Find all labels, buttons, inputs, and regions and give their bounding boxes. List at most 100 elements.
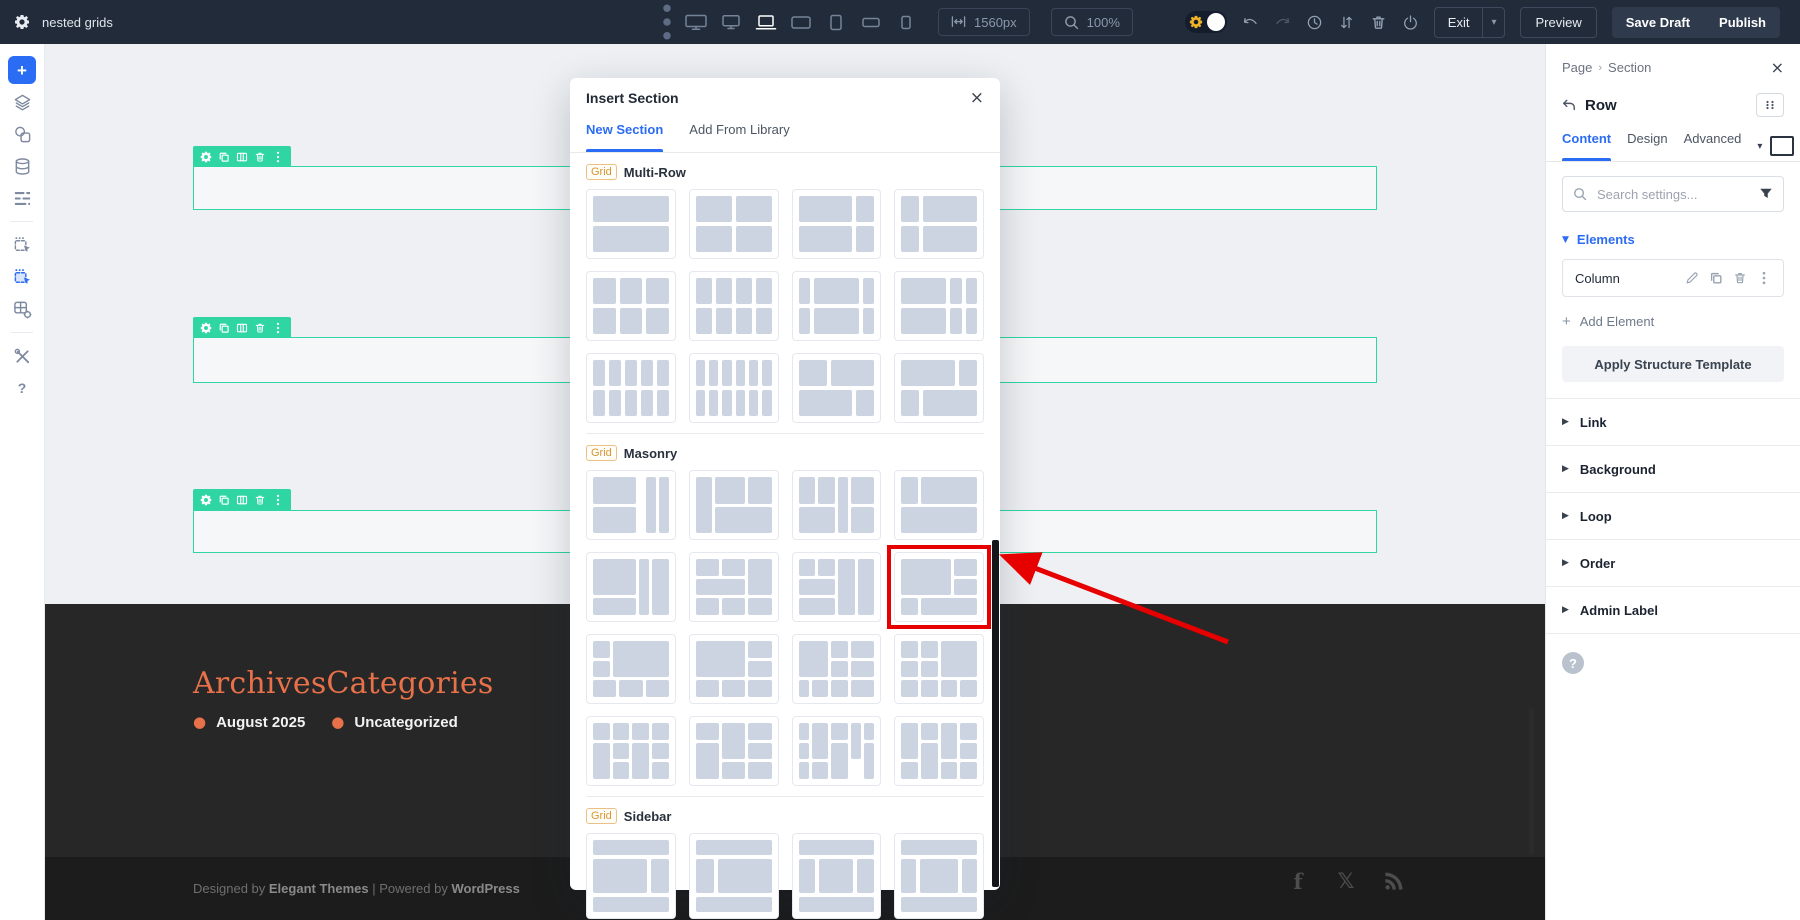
- design-presets-icon[interactable]: [8, 120, 36, 148]
- duplicate-icon[interactable]: [218, 322, 230, 334]
- x-icon[interactable]: 𝕏: [1335, 870, 1357, 892]
- layout-thumbnail[interactable]: [689, 716, 779, 786]
- layout-thumbnail[interactable]: [792, 189, 882, 259]
- accordion-section-background[interactable]: ▶Background: [1546, 445, 1800, 492]
- preview-button[interactable]: Preview: [1520, 7, 1596, 38]
- phone-landscape-icon[interactable]: [860, 14, 882, 31]
- layout-thumbnail[interactable]: [586, 470, 676, 540]
- tablet-icon[interactable]: [825, 14, 847, 31]
- apply-structure-template-button[interactable]: Apply Structure Template: [1562, 346, 1784, 382]
- columns-icon[interactable]: [236, 151, 248, 163]
- modal-tab-new-section[interactable]: New Section: [586, 118, 663, 152]
- help-icon[interactable]: ?: [8, 374, 36, 402]
- back-arrow-icon[interactable]: [1562, 99, 1576, 111]
- layout-thumbnail[interactable]: [586, 634, 676, 704]
- desktop-large-icon[interactable]: [685, 14, 707, 31]
- layout-thumbnail[interactable]: [792, 271, 882, 341]
- redo-icon[interactable]: [1274, 14, 1291, 31]
- gear-icon[interactable]: [200, 494, 212, 506]
- footer-link-item[interactable]: ●Uncategorized: [331, 713, 457, 731]
- database-icon[interactable]: [8, 152, 36, 180]
- element-row-column[interactable]: Column: [1562, 259, 1784, 297]
- undo-icon[interactable]: [1242, 14, 1259, 31]
- panel-tab-design[interactable]: Design: [1627, 131, 1667, 161]
- exit-dropdown-caret[interactable]: ▾: [1482, 8, 1504, 37]
- panel-tab-advanced[interactable]: Advanced: [1684, 131, 1742, 161]
- phone-icon[interactable]: [895, 14, 917, 31]
- accordion-section-admin-label[interactable]: ▶Admin Label: [1546, 586, 1800, 634]
- canvas-width-control[interactable]: 1560px: [938, 8, 1030, 36]
- layers-icon[interactable]: [8, 88, 36, 116]
- layout-thumbnail[interactable]: [689, 271, 779, 341]
- layout-thumbnail[interactable]: [689, 189, 779, 259]
- layout-thumbnail[interactable]: [894, 716, 984, 786]
- columns-icon[interactable]: [236, 494, 248, 506]
- accordion-section-link[interactable]: ▶Link: [1546, 398, 1800, 445]
- trash-icon[interactable]: [1733, 271, 1747, 285]
- layout-thumbnail[interactable]: [894, 189, 984, 259]
- layout-thumbnail[interactable]: [792, 833, 882, 919]
- tools-icon[interactable]: [8, 342, 36, 370]
- trash-icon[interactable]: [254, 322, 266, 334]
- power-icon[interactable]: [1402, 14, 1419, 31]
- close-icon[interactable]: ×: [970, 88, 984, 108]
- dock-panel-button[interactable]: [1756, 93, 1784, 117]
- add-element-button[interactable]: + Add Element: [1562, 313, 1784, 330]
- panel-tab-content[interactable]: Content: [1562, 131, 1611, 161]
- accordion-section-order[interactable]: ▶Order: [1546, 539, 1800, 586]
- insert-module-icon[interactable]: [8, 231, 36, 259]
- breadcrumb-item[interactable]: Section: [1608, 60, 1651, 75]
- edit-icon[interactable]: [1685, 271, 1699, 285]
- publish-button[interactable]: Publish: [1704, 7, 1780, 38]
- columns-icon[interactable]: [236, 322, 248, 334]
- canvas-scrollbar[interactable]: [1529, 708, 1534, 855]
- layout-thumbnail[interactable]: [894, 353, 984, 423]
- layout-thumbnail[interactable]: [586, 716, 676, 786]
- laptop-icon[interactable]: [755, 14, 777, 31]
- layout-thumbnail[interactable]: [792, 716, 882, 786]
- layout-thumbnail[interactable]: [894, 634, 984, 704]
- gear-icon[interactable]: [200, 322, 212, 334]
- ellipsis-icon[interactable]: [272, 151, 284, 163]
- layout-thumbnail[interactable]: [894, 552, 984, 622]
- desktop-icon[interactable]: [720, 14, 742, 31]
- layout-thumbnail[interactable]: [689, 552, 779, 622]
- trash-icon[interactable]: [1370, 14, 1387, 31]
- modal-tab-add-from-library[interactable]: Add From Library: [689, 118, 789, 152]
- duplicate-icon[interactable]: [1709, 271, 1723, 285]
- facebook-icon[interactable]: f: [1287, 870, 1309, 892]
- history-icon[interactable]: [1306, 14, 1323, 31]
- layout-thumbnail[interactable]: [586, 189, 676, 259]
- tablet-landscape-icon[interactable]: [790, 14, 812, 31]
- rss-icon[interactable]: [1383, 870, 1405, 892]
- wireframe-icon[interactable]: [8, 184, 36, 212]
- layout-thumbnail[interactable]: [792, 353, 882, 423]
- layout-thumbnail[interactable]: [689, 833, 779, 919]
- trash-icon[interactable]: [254, 151, 266, 163]
- duplicate-icon[interactable]: [218, 151, 230, 163]
- sort-arrows-icon[interactable]: [1338, 14, 1355, 31]
- module-settings-icon[interactable]: [8, 295, 36, 323]
- ellipsis-icon[interactable]: [272, 322, 284, 334]
- layout-thumbnail[interactable]: [689, 470, 779, 540]
- layout-thumbnail[interactable]: [689, 353, 779, 423]
- exit-button[interactable]: Exit: [1435, 8, 1483, 37]
- ellipsis-icon[interactable]: [272, 494, 284, 506]
- footer-link-item[interactable]: ●August 2025: [193, 713, 305, 731]
- layout-thumbnail[interactable]: [792, 552, 882, 622]
- gear-icon[interactable]: [200, 151, 212, 163]
- layout-thumbnail[interactable]: [894, 833, 984, 919]
- duplicate-icon[interactable]: [218, 494, 230, 506]
- layout-thumbnail[interactable]: [586, 353, 676, 423]
- layout-thumbnail[interactable]: [586, 833, 676, 919]
- layout-view-icon[interactable]: [1770, 136, 1794, 156]
- elements-group-toggle[interactable]: ▼ Elements: [1562, 232, 1784, 247]
- page-settings-gear-icon[interactable]: [14, 14, 30, 30]
- modal-scrollbar[interactable]: [992, 540, 999, 887]
- layout-thumbnail[interactable]: [792, 634, 882, 704]
- layout-thumbnail[interactable]: [586, 271, 676, 341]
- canvas-zoom-control[interactable]: 100%: [1051, 8, 1133, 36]
- accordion-section-loop[interactable]: ▶Loop: [1546, 492, 1800, 539]
- builder-mode-toggle[interactable]: [1185, 11, 1227, 33]
- breadcrumb-item[interactable]: Page: [1562, 60, 1592, 75]
